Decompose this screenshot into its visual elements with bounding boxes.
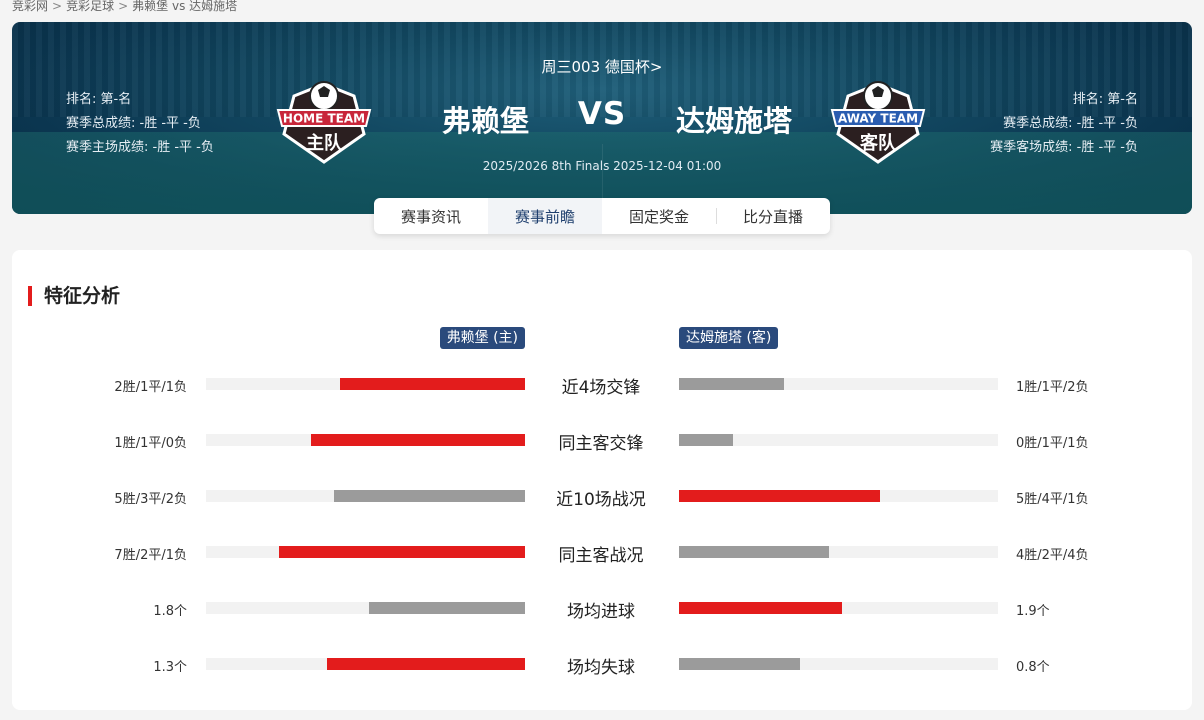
svg-text:主队: 主队 xyxy=(306,132,343,154)
comparison-row: 1胜/1平/0负 同主客交锋 0胜/1平/1负 xyxy=(12,428,1192,454)
away-stat-value: 4胜/2平/4负 xyxy=(1016,548,1089,563)
breadcrumb-current: 弗赖堡 vs 达姆施塔 xyxy=(132,0,238,13)
match-tabs: 赛事资讯 赛事前瞻 固定奖金 比分直播 xyxy=(374,198,830,234)
away-team-tag: 达姆施塔 (客) xyxy=(679,327,779,349)
comparison-row: 1.8个 场均进球 1.9个 xyxy=(12,596,1192,622)
breadcrumb-separator: > xyxy=(118,0,129,13)
away-stat-value: 1.9个 xyxy=(1016,604,1050,619)
away-bar-track xyxy=(679,546,998,558)
away-stat-value: 0胜/1平/1负 xyxy=(1016,436,1089,451)
home-bar-track xyxy=(206,490,525,502)
away-bar-track xyxy=(679,378,998,390)
tab-match-preview[interactable]: 赛事前瞻 xyxy=(488,198,602,234)
away-bar-track xyxy=(679,490,998,502)
svg-text:客队: 客队 xyxy=(860,132,897,154)
away-team-logo: AWAY TEAM 客队 xyxy=(830,81,926,164)
stat-label: 近4场交锋 xyxy=(561,378,641,398)
home-bar-track xyxy=(206,658,525,670)
home-bar-track xyxy=(206,378,525,390)
home-stat-value: 1.3个 xyxy=(153,660,187,675)
away-bar-track xyxy=(679,602,998,614)
away-venue-record: 赛季客场成绩: -胜 -平 -负 xyxy=(990,140,1138,155)
away-bar-fill xyxy=(679,378,784,390)
breadcrumb-separator: > xyxy=(52,0,63,13)
comparison-row: 1.3个 场均失球 0.8个 xyxy=(12,652,1192,678)
breadcrumb-link-home[interactable]: 竞彩网 xyxy=(12,0,48,13)
away-stat-value: 5胜/4平/1负 xyxy=(1016,492,1089,507)
home-bar-fill xyxy=(334,490,525,502)
breadcrumb: 竞彩网 > 竞彩足球 > 弗赖堡 vs 达姆施塔 xyxy=(12,0,237,14)
home-venue-record: 赛季主场成绩: -胜 -平 -负 xyxy=(66,140,214,155)
home-bar-fill xyxy=(279,546,525,558)
match-time: 2025/2026 8th Finals 2025-12-04 01:00 xyxy=(482,159,722,173)
feature-analysis-panel: 特征分析 弗赖堡 (主) 达姆施塔 (客) 2胜/1平/1负 近4场交锋 1胜/1平… xyxy=(12,250,1192,710)
away-bar-track xyxy=(679,434,998,446)
home-bar-fill xyxy=(311,434,525,446)
away-bar-fill xyxy=(679,546,829,558)
stat-label: 同主客战况 xyxy=(558,546,644,566)
home-bar-fill xyxy=(369,602,525,614)
tab-fixed-odds[interactable]: 固定奖金 xyxy=(602,198,716,234)
home-bar-track xyxy=(206,434,525,446)
comparison-row: 7胜/2平/1负 同主客战况 4胜/2平/4负 xyxy=(12,540,1192,566)
home-stat-value: 5胜/3平/2负 xyxy=(114,492,187,507)
stat-label: 场均失球 xyxy=(567,658,635,678)
tab-live-score[interactable]: 比分直播 xyxy=(716,198,830,234)
comparison-row: 2胜/1平/1负 近4场交锋 1胜/1平/2负 xyxy=(12,372,1192,398)
away-bar-fill xyxy=(679,602,842,614)
away-rank: 排名: 第-名 xyxy=(1072,92,1138,107)
tab-match-news[interactable]: 赛事资讯 xyxy=(374,198,488,234)
stat-label: 场均进球 xyxy=(567,602,635,622)
away-season-record: 赛季总成绩: -胜 -平 -负 xyxy=(1003,116,1138,131)
away-bar-fill xyxy=(679,658,800,670)
comparison-row: 5胜/3平/2负 近10场战况 5胜/4平/1负 xyxy=(12,484,1192,510)
home-bar-track xyxy=(206,546,525,558)
away-bar-fill xyxy=(679,434,733,446)
home-team-tag: 弗赖堡 (主) xyxy=(439,327,525,349)
home-bar-fill xyxy=(340,378,525,390)
home-stat-value: 1.8个 xyxy=(153,604,187,619)
section-title: 特征分析 xyxy=(28,286,120,306)
home-bar-fill xyxy=(327,658,525,670)
home-stat-value: 2胜/1平/1负 xyxy=(114,380,187,395)
away-bar-track xyxy=(679,658,998,670)
match-banner: 排名: 第-名 赛季总成绩: -胜 -平 -负 赛季主场成绩: -胜 -平 -负… xyxy=(12,22,1192,214)
stat-label: 近10场战况 xyxy=(556,490,646,510)
svg-text:AWAY TEAM: AWAY TEAM xyxy=(838,112,918,126)
stat-label: 同主客交锋 xyxy=(558,434,644,454)
away-team-info: 排名: 第-名 赛季总成绩: -胜 -平 -负 赛季客场成绩: -胜 -平 -负 xyxy=(990,88,1138,160)
home-stat-value: 7胜/2平/1负 xyxy=(114,548,187,563)
league-link[interactable]: 周三003 德国杯> xyxy=(12,56,1192,77)
away-team-name: 达姆施塔 xyxy=(676,104,793,138)
away-bar-fill xyxy=(679,490,880,502)
away-stat-value: 0.8个 xyxy=(1016,660,1050,675)
home-stat-value: 1胜/1平/0负 xyxy=(114,436,187,451)
home-bar-track xyxy=(206,602,525,614)
away-stat-value: 1胜/1平/2负 xyxy=(1016,380,1089,395)
breadcrumb-link-football[interactable]: 竞彩足球 xyxy=(66,0,114,13)
